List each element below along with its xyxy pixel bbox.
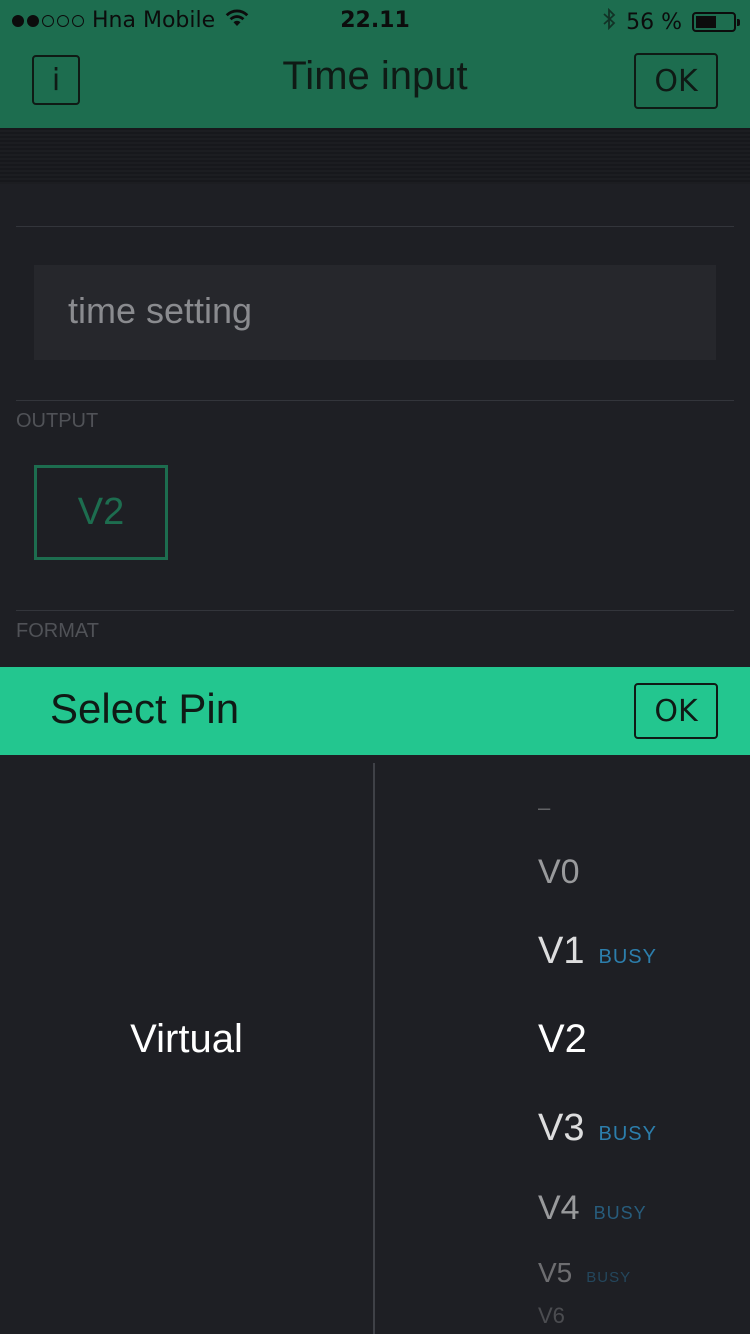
- pin-name: V0: [538, 853, 580, 891]
- battery-percent: 56 %: [626, 9, 682, 35]
- pin-option[interactable]: –: [538, 795, 550, 821]
- select-pin-ok-button[interactable]: OK: [634, 683, 718, 739]
- header-shadow-strip: [0, 128, 750, 184]
- divider: [16, 610, 734, 611]
- status-bar: Hna Mobile 22.11 56 %: [0, 0, 750, 40]
- output-pin-button[interactable]: V2: [34, 465, 168, 560]
- pin-picker[interactable]: Virtual – V0 V1 BUSY V2 V3 BUSY V4 BUSY …: [0, 755, 750, 1334]
- pin-option[interactable]: V6: [538, 1303, 565, 1329]
- pin-option-selected[interactable]: V2: [538, 1017, 587, 1062]
- app-header: i Time input OK: [0, 40, 750, 128]
- divider: [16, 400, 734, 401]
- pin-name: –: [538, 795, 551, 820]
- pin-name: V5: [538, 1257, 573, 1288]
- format-section-label: FORMAT: [16, 620, 99, 642]
- pin-name: V6: [538, 1303, 565, 1328]
- pin-type-option[interactable]: Virtual: [0, 1017, 373, 1062]
- pin-name: V2: [538, 1017, 587, 1061]
- pin-name: V1: [538, 930, 585, 972]
- battery-level: [696, 16, 717, 28]
- widget-name-input[interactable]: time setting: [34, 265, 716, 360]
- select-pin-title: Select Pin: [50, 685, 240, 732]
- pin-option[interactable]: V3 BUSY: [538, 1107, 657, 1150]
- busy-badge: BUSY: [586, 1269, 632, 1286]
- busy-badge: BUSY: [593, 1203, 647, 1223]
- select-pin-header: Select Pin OK: [0, 667, 750, 755]
- bluetooth-icon: [602, 7, 616, 36]
- battery-icon: [692, 12, 740, 32]
- pin-option[interactable]: V5 BUSY: [538, 1257, 631, 1289]
- output-section-label: OUTPUT: [16, 410, 99, 432]
- pin-name: V3: [538, 1107, 585, 1149]
- pin-name: V4: [538, 1189, 580, 1227]
- picker-divider: [373, 763, 375, 1334]
- busy-badge: BUSY: [598, 946, 657, 968]
- busy-badge: BUSY: [598, 1123, 657, 1145]
- header-ok-button[interactable]: OK: [634, 53, 718, 109]
- divider: [16, 226, 734, 227]
- pin-option[interactable]: V4 BUSY: [538, 1189, 647, 1228]
- pin-option[interactable]: V0: [538, 853, 580, 892]
- pin-option[interactable]: V1 BUSY: [538, 930, 657, 973]
